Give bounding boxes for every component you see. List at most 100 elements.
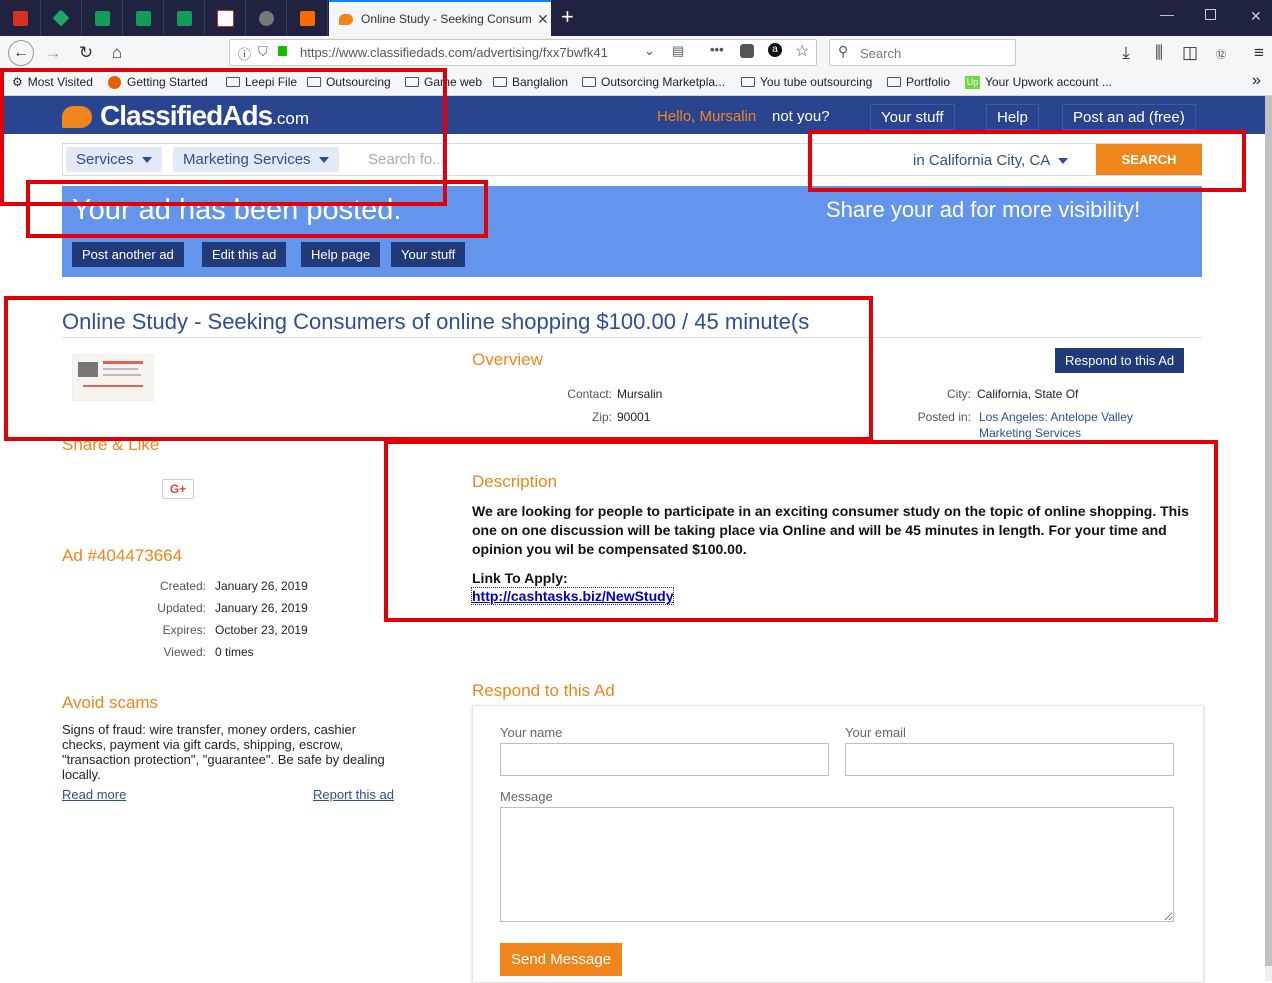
share-message: Share your ad for more visibility!	[826, 197, 1141, 222]
viewed-label: Viewed:	[163, 645, 206, 659]
chevron-down-icon[interactable]: ⌄	[644, 43, 655, 59]
hello-user: Hello, Mursalin	[657, 108, 757, 125]
info-icon[interactable]: ⓘ	[238, 44, 251, 63]
new-tab-button[interactable]: +	[561, 4, 574, 30]
close-window-icon[interactable]: ✕	[1250, 8, 1262, 25]
viewed-value: 0 times	[215, 645, 254, 659]
help-page-button[interactable]: Help page	[301, 242, 381, 267]
navigation-toolbar: ← → ↻ ⌂ ⓘ ⛉ https://www.classifiedads.co…	[0, 36, 1272, 70]
report-ad-link[interactable]: Report this ad	[313, 787, 394, 802]
annotation-box-description	[384, 440, 1218, 622]
bookmark-outsorcing-marketplace[interactable]: Outsorcing Marketpla...	[582, 75, 725, 89]
download-icon[interactable]: ⤓	[1115, 42, 1137, 64]
restore-icon[interactable]	[1205, 9, 1216, 20]
amazon-icon[interactable]: a	[768, 43, 782, 57]
annotation-box-posted	[26, 180, 488, 238]
forward-icon[interactable]: →	[42, 42, 64, 64]
sidebar-icon[interactable]: ◫	[1179, 42, 1201, 64]
search-icon: ⚲	[838, 43, 849, 59]
avoid-scams-heading: Avoid scams	[62, 693, 159, 712]
chart-icon	[216, 9, 234, 27]
more-icon[interactable]: •••	[710, 42, 724, 57]
name-input[interactable]	[500, 743, 829, 776]
tab-title: Online Study - Seeking Consum	[361, 12, 531, 26]
search-placeholder: Search	[860, 46, 902, 61]
scrollbar-thumb[interactable]	[1265, 96, 1272, 966]
app-icon	[299, 10, 315, 26]
message-textarea[interactable]	[500, 807, 1174, 922]
not-you-link[interactable]: not you?	[772, 108, 830, 125]
reader-view-icon[interactable]: ▤	[672, 43, 684, 59]
classifiedads-favicon	[339, 13, 353, 25]
lock-icon	[278, 46, 287, 56]
your-stuff-link[interactable]: Your stuff	[870, 104, 955, 130]
bookmark-label: Portfolio	[906, 75, 951, 89]
created-label: Created:	[159, 579, 206, 593]
bookmark-portfolio[interactable]: Portfolio	[887, 75, 950, 89]
url-bar[interactable]: ⓘ ⛉ https://www.classifiedads.com/advert…	[229, 39, 817, 66]
url-text: https://www.classifiedads.com/advertisin…	[300, 45, 608, 60]
bookmark-banglalion[interactable]: Banglalion	[493, 75, 568, 89]
your-stuff-button[interactable]: Your stuff	[391, 242, 466, 267]
browser-search-box[interactable]: ⚲ Search	[829, 39, 1016, 66]
pinned-tab-drive[interactable]	[41, 0, 82, 36]
expires-label: Expires:	[162, 623, 206, 637]
pinned-tab-chart[interactable]	[205, 0, 246, 36]
drive-icon	[52, 9, 70, 27]
email-input[interactable]	[845, 743, 1174, 776]
message-label: Message	[500, 789, 553, 804]
pinned-tab-sheets-2[interactable]	[123, 0, 164, 36]
pinned-tab-app[interactable]	[287, 0, 328, 36]
upwork-icon: Up	[965, 75, 980, 89]
back-icon[interactable]: ←	[8, 40, 34, 66]
annotation-box-location	[808, 130, 1246, 192]
shield-icon[interactable]: ⛉	[258, 44, 268, 60]
folder-icon	[741, 77, 755, 87]
respond-heading: Respond to this Ad	[472, 681, 615, 700]
tab-active[interactable]: Online Study - Seeking Consum ✕	[329, 0, 551, 36]
bookmark-label: You tube outsourcing	[760, 75, 873, 89]
avoid-scams-text: Signs of fraud: wire transfer, money ord…	[62, 722, 385, 782]
sheets-icon	[176, 10, 192, 26]
created-value: January 26, 2019	[215, 579, 308, 593]
pinned-tab-gmail[interactable]	[0, 0, 41, 36]
help-link[interactable]: Help	[986, 104, 1039, 130]
home-icon[interactable]: ⌂	[106, 42, 128, 64]
post-another-ad-button[interactable]: Post another ad	[72, 242, 184, 267]
menu-icon[interactable]: ≡	[1248, 42, 1270, 64]
overflow-chevron-icon[interactable]: »	[1252, 72, 1261, 90]
city-value: California, State Of	[977, 387, 1079, 401]
posted-in-label: Posted in:	[917, 410, 971, 424]
pinned-tab-sheets-1[interactable]	[82, 0, 123, 36]
minimize-icon[interactable]: —	[1160, 6, 1174, 22]
google-plus-icon[interactable]: G+	[162, 479, 194, 499]
extension-icon[interactable]: ⑫	[1210, 42, 1232, 64]
name-label: Your name	[500, 725, 563, 740]
posted-in-category-link[interactable]: Marketing Services	[979, 426, 1081, 440]
expires-value: October 23, 2019	[215, 623, 308, 637]
updated-value: January 26, 2019	[215, 601, 308, 615]
bookmark-youtube-outsourcing[interactable]: You tube outsourcing	[741, 75, 872, 89]
close-icon[interactable]: ✕	[537, 11, 549, 28]
library-icon[interactable]: ⫼	[1148, 42, 1170, 64]
folder-icon	[582, 77, 596, 87]
bookmark-label: Outsorcing Marketpla...	[601, 75, 726, 89]
bookmark-upwork[interactable]: Up Your Upwork account ...	[965, 75, 1112, 89]
post-ad-link[interactable]: Post an ad (free)	[1062, 104, 1196, 130]
updated-label: Updated:	[157, 601, 206, 615]
edit-ad-button[interactable]: Edit this ad	[202, 242, 287, 267]
bookmark-label: Banglalion	[512, 75, 569, 89]
pocket-icon[interactable]	[740, 44, 754, 58]
posted-in-location-link[interactable]: Los Angeles: Antelope Valley	[979, 410, 1133, 424]
read-more-link[interactable]: Read more	[62, 787, 126, 802]
bookmark-star-icon[interactable]: ☆	[795, 41, 809, 61]
page-scrollbar[interactable]	[1265, 96, 1272, 981]
bookmark-label: Your Upwork account ...	[985, 75, 1112, 89]
tab-bar: Online Study - Seeking Consum ✕ + — ✕	[0, 0, 1272, 36]
ad-number: Ad #404473664	[62, 546, 183, 565]
reload-icon[interactable]: ↻	[75, 42, 97, 64]
pinned-tab-user[interactable]	[246, 0, 287, 36]
respond-ad-button[interactable]: Respond to this Ad	[1055, 348, 1185, 373]
send-message-button[interactable]: Send Message	[500, 943, 623, 976]
pinned-tab-sheets-3[interactable]	[164, 0, 205, 36]
